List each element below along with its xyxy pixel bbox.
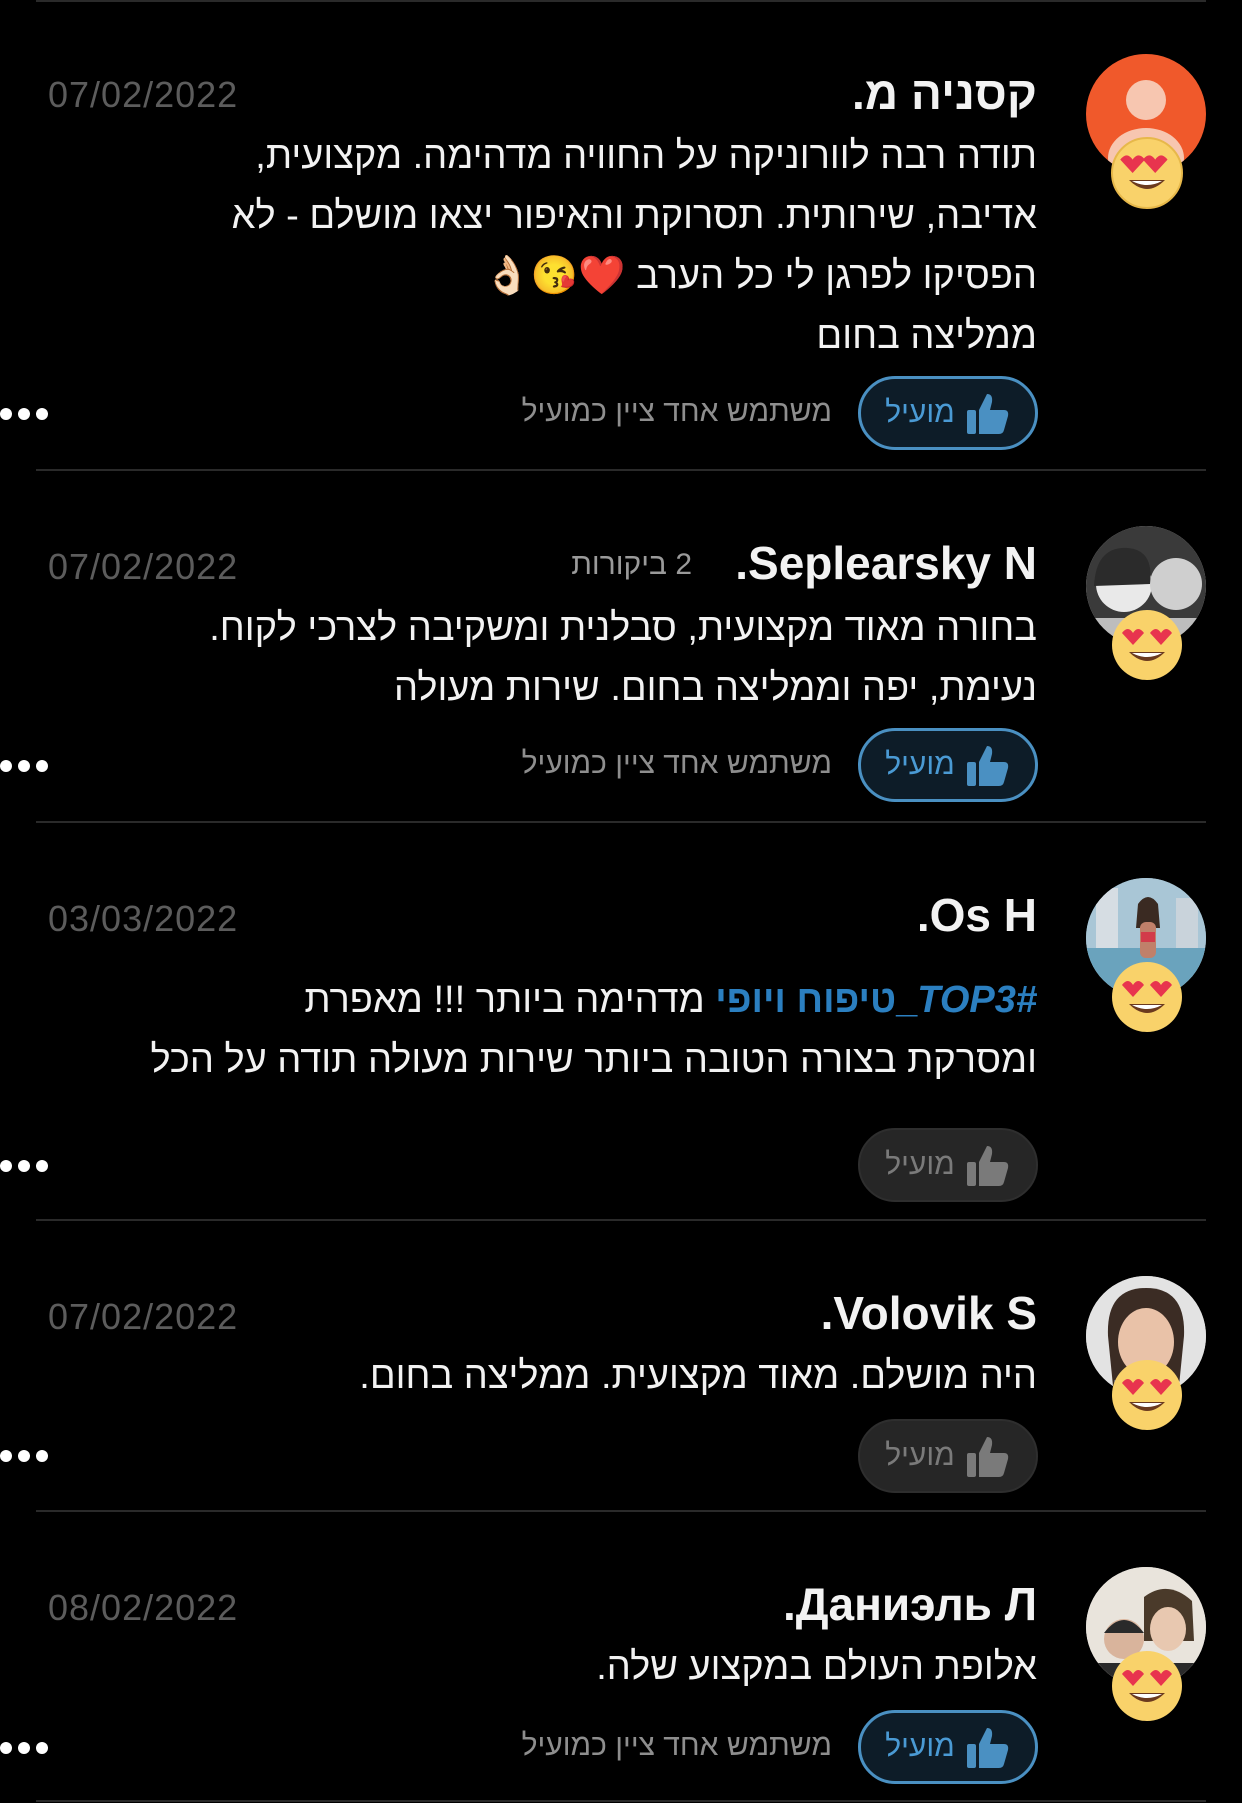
review-text: בחורה מאוד מקצועית, סבלנית ומשקיבה לצרכי… [209,598,1037,718]
helpful-label: מועיל [885,1439,955,1472]
divider [36,821,1206,823]
more-options-icon[interactable] [0,1742,56,1754]
helpful-count-note: משתמש אחד ציין כמועיל [521,395,832,428]
review-date: 07/02/2022 [48,1296,239,1337]
reviewer-name[interactable]: Даниэль Л. [783,1577,1037,1631]
review-line-text: הפסיקו לפרגן לי כל הערב [636,255,1037,297]
thumbs-up-icon [965,742,1011,788]
divider [36,1510,1206,1512]
review-line-text: מדהימה ביותר !!! מאפרת [304,979,716,1021]
helpful-label: מועיל [885,396,955,429]
review-text: תודה רבה לוורוניקה על החוויה מדהימה. מקצ… [232,126,1037,366]
heart-eyes-emoji-icon [1112,1651,1182,1721]
helpful-count-note: משתמש אחד ציין כמועיל [521,747,832,780]
hashtag-link[interactable]: #TOP3_טיפוח ויופי [715,979,1037,1021]
review-line: בחורה מאוד מקצועית, סבלנית ומשקיבה לצרכי… [209,607,1037,649]
more-options-icon[interactable] [0,1450,56,1462]
review-line: היה מושלם. מאוד מקצועית. ממליצה בחום. [359,1355,1037,1397]
review-line: #TOP3_טיפוח ויופי מדהימה ביותר !!! מאפרת [151,970,1037,1030]
review-text: #TOP3_טיפוח ויופי מדהימה ביותר !!! מאפרת… [151,970,1038,1090]
thumbs-up-icon [965,390,1011,436]
review-line: ממליצה בחום [816,315,1037,357]
helpful-label: מועיל [885,1148,955,1181]
thumbs-up-icon [965,1142,1011,1188]
review-line: ומסרקת בצורה הטובה ביותר שירות מעולה תוד… [150,1039,1038,1081]
thumbs-up-icon [965,1724,1011,1770]
review-count: 2 ביקורות [571,548,692,581]
more-options-icon[interactable] [0,760,56,772]
helpful-button[interactable]: מועיל [858,728,1038,802]
reviewer-name[interactable]: Volovik S. [821,1286,1037,1340]
divider [36,469,1206,471]
thumbs-up-icon [965,1433,1011,1479]
divider [36,1800,1206,1802]
review-line: אלופת העולם במקצוע שלה. [596,1646,1037,1688]
heart-eyes-emoji-icon [1112,962,1182,1032]
review-date: 07/02/2022 [48,546,239,587]
more-options-icon[interactable] [0,1160,56,1172]
reviewer-name[interactable]: קסניה מ. [852,66,1037,120]
helpful-button[interactable]: מועיל [858,1128,1038,1202]
helpful-count-note: משתמש אחד ציין כמועיל [521,1729,832,1762]
helpful-label: מועיל [885,748,955,781]
helpful-label: מועיל [885,1730,955,1763]
top-divider [36,0,1206,2]
divider [36,1219,1206,1221]
hashtag-text: #TOP3 [917,979,1037,1021]
reviewer-name[interactable]: Seplearsky N. [735,536,1037,590]
review-line: תודה רבה לוורוניקה על החוויה מדהימה. מקצ… [255,135,1037,177]
reviewer-name[interactable]: Os H. [917,888,1037,942]
heart-eyes-emoji-icon [1112,610,1182,680]
review-date: 07/02/2022 [48,74,239,115]
more-options-icon[interactable] [0,408,56,420]
review-text: אלופת העולם במקצוע שלה. [596,1637,1037,1697]
heart-eyes-emoji-icon [1111,137,1183,209]
heart-eyes-emoji-icon [1112,1360,1182,1430]
review-date: 03/03/2022 [48,898,239,939]
helpful-button[interactable]: מועיל [858,1710,1038,1784]
review-line: נעימת, יפה וממליצה בחום. שירות מעולה [394,667,1037,709]
helpful-button[interactable]: מועיל [858,1419,1038,1493]
helpful-button[interactable]: מועיל [858,376,1038,450]
review-line: הפסיקו לפרגן לי כל הערב ❤️😘👌🏻 [232,246,1037,306]
emoji-text: ❤️😘👌🏻 [483,255,626,297]
review-date: 08/02/2022 [48,1587,239,1628]
hashtag-text: _טיפוח ויופי [715,979,918,1021]
review-line: אדיבה, שירותית. תסרוקת והאיפור יצאו מושל… [231,195,1037,237]
review-text: היה מושלם. מאוד מקצועית. ממליצה בחום. [359,1346,1037,1406]
